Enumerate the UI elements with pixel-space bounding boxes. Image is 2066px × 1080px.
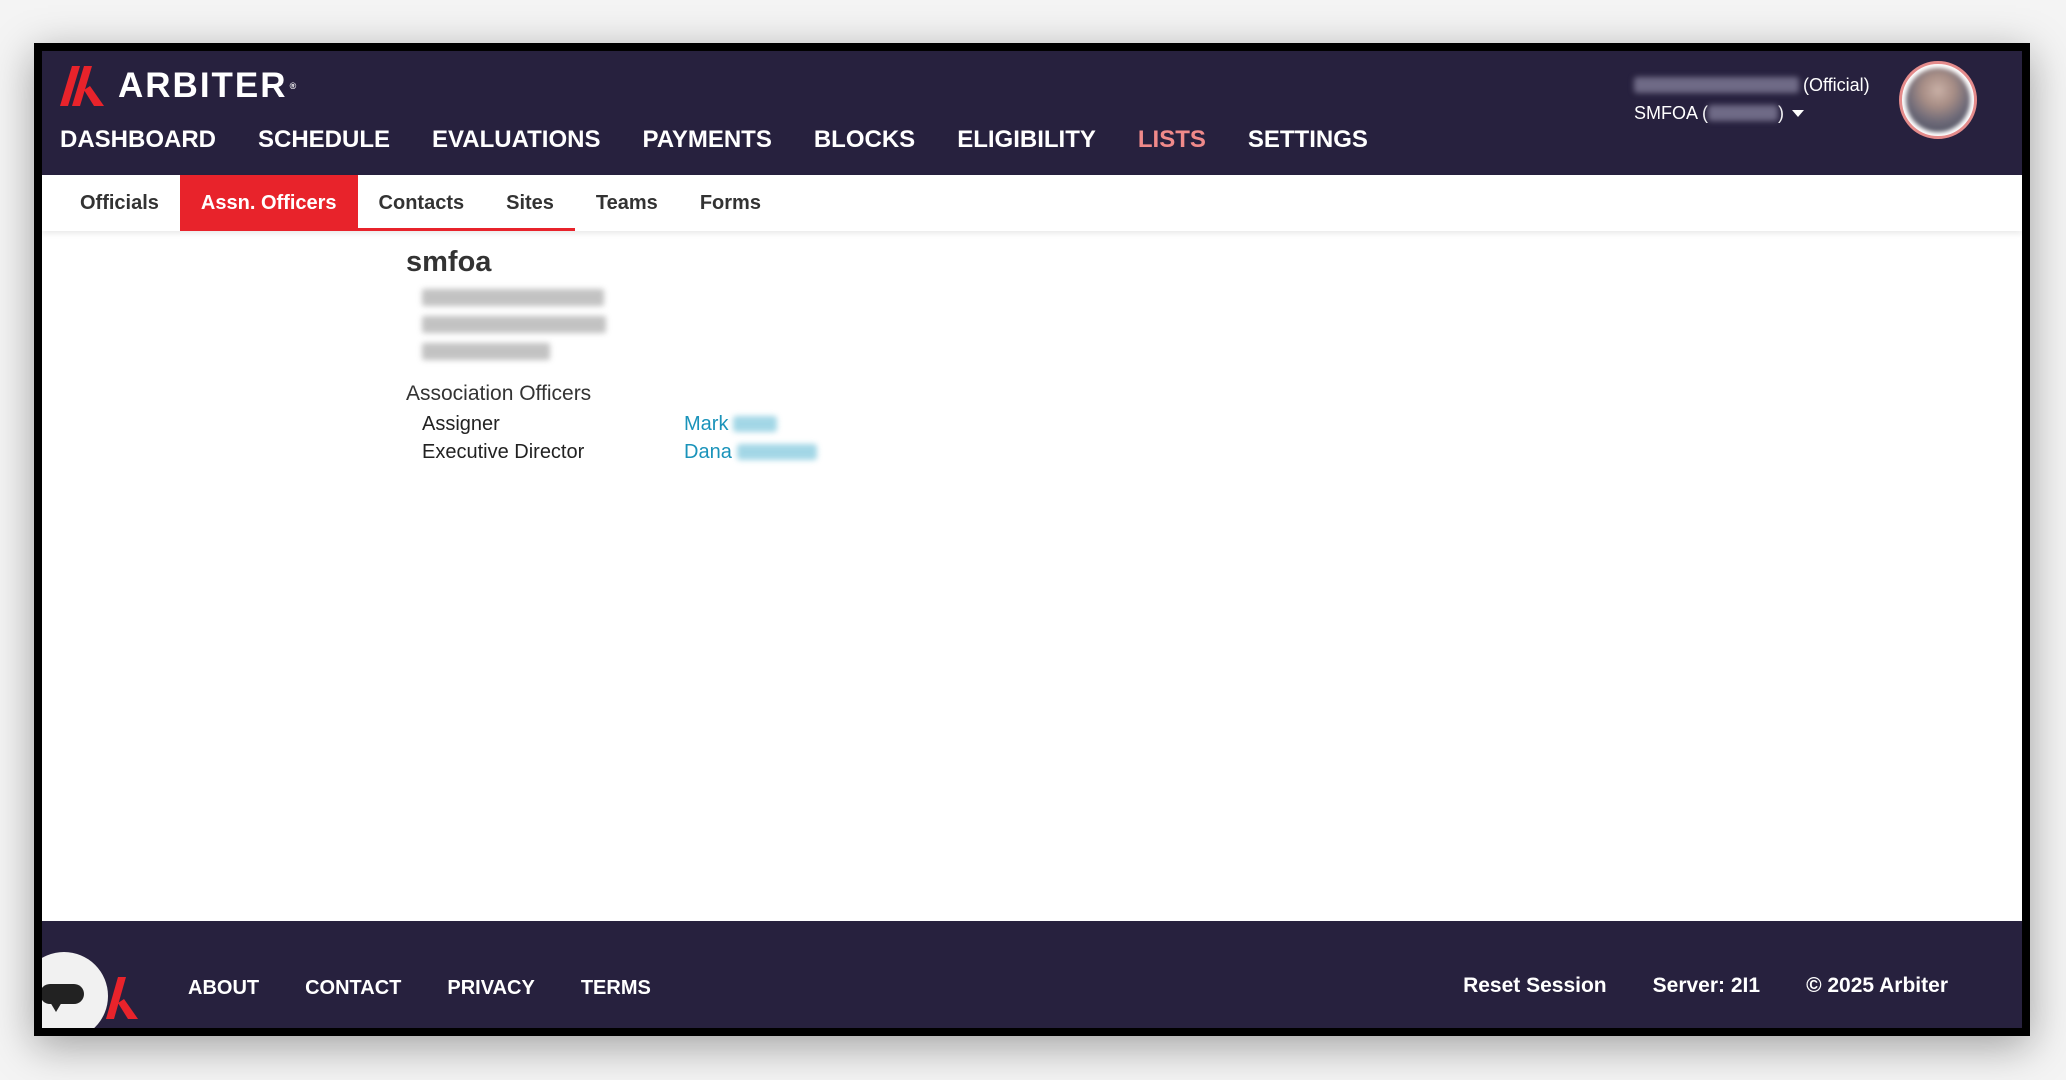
officer-name-link[interactable]: Dana (684, 442, 817, 462)
tab-sites[interactable]: Sites (485, 175, 575, 231)
footer-link-terms[interactable]: TERMS (581, 977, 651, 1000)
tab-forms[interactable]: Forms (679, 175, 782, 231)
arbiter-logo[interactable]: ARBITER ® (60, 64, 298, 108)
officer-row: Assigner Mark (422, 414, 817, 434)
redacted-address-line (422, 316, 606, 333)
org-address (422, 289, 817, 360)
chat-widget-button[interactable] (42, 952, 108, 1028)
server-label: Server: 2I1 (1652, 974, 1761, 997)
copyright: © 2025 Arbiter (1806, 974, 1948, 997)
section-title: Association Officers (406, 382, 592, 405)
tab-teams[interactable]: Teams (575, 175, 679, 231)
nav-dashboard[interactable]: DASHBOARD (60, 126, 216, 154)
redacted-org-id (1708, 105, 1779, 121)
officer-first-name: Mark (684, 413, 729, 435)
avatar-image (1906, 68, 1970, 132)
avatar[interactable] (1899, 61, 1977, 139)
org-switcher[interactable]: SMFOA ( ) (1634, 101, 1870, 125)
nav-payments[interactable]: PAYMENTS (642, 126, 771, 154)
nav-settings[interactable]: SETTINGS (1248, 126, 1368, 154)
tab-assn-officers[interactable]: Assn. Officers (179, 175, 358, 231)
page: ARBITER ® DASHBOARD SCHEDULE EVALUATIONS … (42, 51, 2022, 1028)
footer-nav: ABOUT CONTACT PRIVACY TERMS (188, 977, 697, 1000)
officer-first-name: Dana (684, 441, 732, 463)
arbiter-mark-icon (106, 977, 138, 1019)
reset-session-link[interactable]: Reset Session (1463, 974, 1607, 998)
nav-eligibility[interactable]: ELIGIBILITY (957, 126, 1096, 154)
redacted-last-name (733, 416, 778, 432)
brand-name: ARBITER (118, 66, 288, 105)
footer-logo (102, 977, 138, 1024)
tab-officials[interactable]: Officials (42, 175, 180, 231)
redacted-address-line (422, 289, 604, 306)
browser-window: ARBITER ® DASHBOARD SCHEDULE EVALUATIONS … (34, 43, 2030, 1036)
arbiter-logo-icon (60, 66, 104, 106)
top-header: ARBITER ® DASHBOARD SCHEDULE EVALUATIONS … (42, 51, 2022, 175)
nav-schedule[interactable]: SCHEDULE (258, 126, 390, 154)
footer: ABOUT CONTACT PRIVACY TERMS Reset Sessio… (42, 921, 2022, 1028)
org-suffix: ) (1778, 102, 1785, 123)
redacted-phone (422, 343, 550, 360)
registered-mark: ® (289, 81, 299, 91)
nav-evaluations[interactable]: EVALUATIONS (432, 126, 600, 154)
redacted-user-name (1634, 77, 1799, 93)
nav-blocks[interactable]: BLOCKS (814, 126, 915, 154)
main-content: smfoa Association Officers Assigner Mark… (406, 246, 817, 462)
chevron-down-icon[interactable] (1792, 109, 1805, 117)
org-name: smfoa (406, 246, 492, 278)
officer-name-link[interactable]: Mark (684, 413, 778, 435)
footer-link-about[interactable]: ABOUT (188, 977, 259, 1000)
user-menu[interactable]: (Official) SMFOA ( ) (1634, 73, 1870, 125)
officer-row: Executive Director Dana (422, 442, 817, 462)
footer-link-contact[interactable]: CONTACT (305, 977, 401, 1000)
redacted-last-name (736, 444, 817, 460)
footer-link-privacy[interactable]: PRIVACY (447, 977, 534, 1000)
footer-info: Reset Session Server: 2I1 © 2025 Arbiter (1417, 974, 1948, 998)
officer-role: Assigner (422, 413, 500, 435)
user-role: (Official) (1803, 74, 1870, 95)
officer-role: Executive Director (422, 441, 585, 463)
chat-icon (42, 984, 84, 1004)
nav-lists[interactable]: LISTS (1138, 126, 1206, 154)
sub-nav: Officials Assn. Officers Contacts Sites … (42, 175, 2022, 231)
main-nav: DASHBOARD SCHEDULE EVALUATIONS PAYMENTS … (60, 126, 1410, 154)
tab-contacts[interactable]: Contacts (358, 175, 486, 231)
org-prefix: SMFOA ( (1634, 102, 1709, 123)
